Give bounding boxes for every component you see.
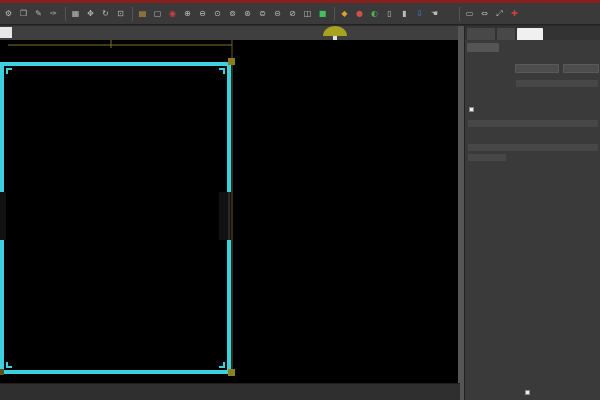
toolbar-separator [65, 6, 66, 21]
palette-icon[interactable]: ◆ [338, 7, 351, 20]
grid-icon[interactable]: ▦ [69, 7, 82, 20]
toolbar-separator [334, 6, 335, 21]
anchor-marker[interactable] [320, 22, 350, 42]
main-toolbar: ⚙ ❐ ✎ ✑ ▦ ✥ ↻ ⊡ ▤ ▢ ◉ ⊕ ⊖ ⊙ ⊚ ⊛ ⊜ ⊝ ⊘ ◫ … [0, 3, 600, 25]
zoom-in-icon[interactable]: ⊕ [181, 7, 194, 20]
align-icon[interactable]: ▭ [463, 7, 476, 20]
artboard-frame[interactable] [0, 62, 231, 374]
rotate-icon[interactable]: ↻ [99, 7, 112, 20]
panel-tabs [465, 26, 600, 40]
panel-text-field[interactable] [467, 143, 599, 152]
copy-icon[interactable]: ❐ [17, 7, 30, 20]
zoom-out-icon[interactable]: ⊖ [196, 7, 209, 20]
panel-tab-3[interactable] [517, 28, 543, 40]
properties-panel [464, 26, 600, 400]
frame-gap-left [0, 192, 6, 240]
pen-icon[interactable]: ✎ [32, 7, 45, 20]
panel-checkbox[interactable] [469, 107, 474, 112]
rect-icon[interactable]: ▢ [151, 7, 164, 20]
color-grid-icon[interactable]: ■ [316, 7, 329, 20]
corner-ornament [219, 68, 225, 74]
corner-handle[interactable] [0, 369, 4, 375]
zoom-100-icon[interactable]: ⊛ [241, 7, 254, 20]
fill-icon[interactable]: ● [353, 7, 366, 20]
crop-icon[interactable]: ⊡ [114, 7, 127, 20]
transform-icon[interactable]: ⤢ [493, 7, 506, 20]
corner-ornament [6, 362, 12, 368]
corner-handle[interactable] [228, 369, 235, 376]
panel-footer-checkbox[interactable] [525, 390, 530, 395]
stroke-icon[interactable]: ◐ [368, 7, 381, 20]
record-icon[interactable]: ◉ [166, 7, 179, 20]
snap-icon[interactable]: ✚ [508, 7, 521, 20]
export-icon[interactable]: ⇩ [413, 7, 426, 20]
layer-icon[interactable]: ▤ [136, 7, 149, 20]
toolbar-separator [459, 6, 460, 21]
panel-tab-1[interactable] [467, 28, 495, 40]
pipette-icon[interactable]: ✑ [47, 7, 60, 20]
corner-ornament [6, 68, 12, 74]
view-icon[interactable]: ◫ [301, 7, 314, 20]
corner-handle[interactable] [228, 58, 235, 65]
panel-option-button[interactable] [563, 64, 599, 73]
distribute-icon[interactable]: ⇔ [478, 7, 491, 20]
panel-tab-2[interactable] [497, 28, 515, 40]
document-tab-strip [0, 26, 460, 40]
artboard-drawing [0, 40, 235, 376]
zoom-width-icon[interactable]: ⊝ [271, 7, 284, 20]
zoom-prev-icon[interactable]: ⊘ [286, 7, 299, 20]
panel-section-header[interactable] [467, 43, 499, 52]
toolbar-separator [132, 6, 133, 21]
panel-dropdown[interactable] [467, 119, 599, 128]
zoom-page-icon[interactable]: ⊜ [256, 7, 269, 20]
panel-footer [525, 390, 533, 395]
gear-icon[interactable]: ⚙ [2, 7, 15, 20]
hand-icon[interactable]: ☚ [428, 7, 441, 20]
panel-text-field[interactable] [515, 79, 599, 88]
panel-option-button[interactable] [515, 64, 559, 73]
horizontal-scrollbar[interactable] [0, 383, 460, 400]
zoom-fit-icon[interactable]: ⊙ [211, 7, 224, 20]
document-tab[interactable] [0, 27, 12, 38]
doc-alt-icon[interactable]: ▮ [398, 7, 411, 20]
move-icon[interactable]: ✥ [84, 7, 97, 20]
doc-icon[interactable]: ▯ [383, 7, 396, 20]
corner-ornament [219, 362, 225, 368]
panel-text-field[interactable] [467, 153, 507, 162]
zoom-select-icon[interactable]: ⊚ [226, 7, 239, 20]
drawing-canvas[interactable] [0, 40, 458, 383]
